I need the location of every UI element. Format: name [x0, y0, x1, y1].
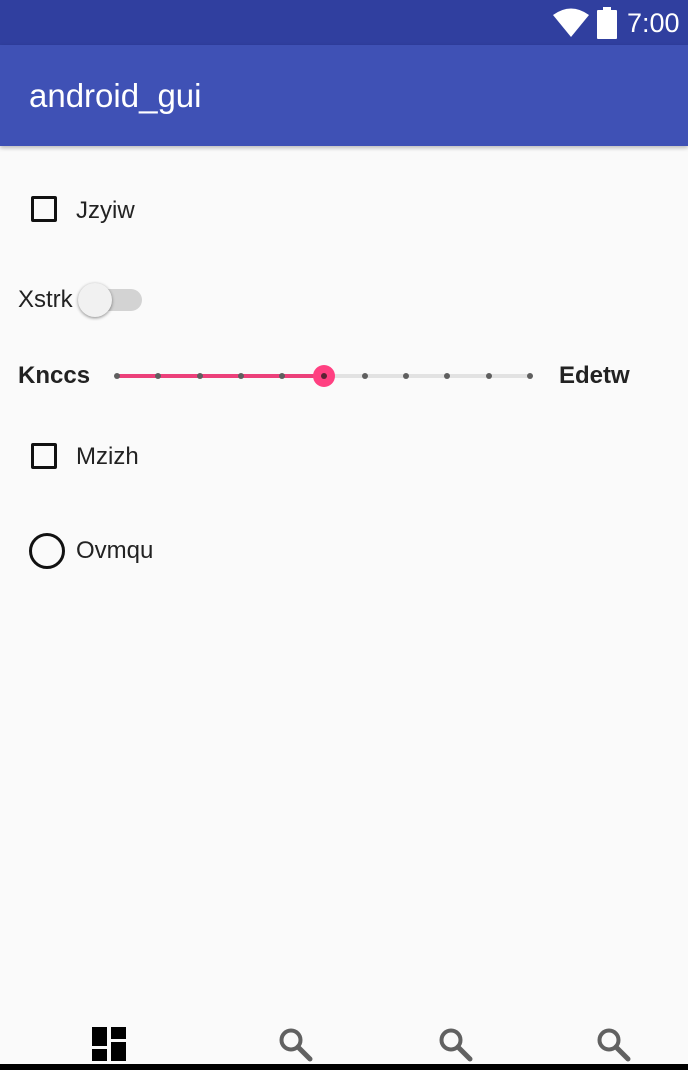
nav-item-dashboard[interactable]: [22, 1014, 194, 1064]
radio-circle[interactable]: [29, 533, 65, 569]
status-time: 7:00: [627, 8, 680, 38]
slider-tick: [527, 373, 533, 379]
wifi-icon: [553, 8, 589, 37]
search-icon: [597, 1028, 631, 1062]
slider-tick: [444, 373, 451, 379]
slider-tick: [196, 373, 203, 379]
bottom-edge: [0, 1064, 688, 1070]
slider-tick: [237, 373, 244, 379]
nav-item-search-1[interactable]: [194, 1014, 366, 1064]
app-bar: android_gui: [0, 45, 688, 146]
slider-tick: [361, 373, 368, 379]
search-icon: [279, 1028, 313, 1062]
nav-item-search-2[interactable]: [354, 1014, 526, 1064]
slider-tick: [155, 373, 162, 379]
radio-label: Ovmqu: [76, 537, 154, 564]
switch-label: Xstrk: [18, 286, 73, 313]
bottom-navigation: [0, 1014, 688, 1070]
discrete-slider[interactable]: [114, 360, 533, 392]
switch-thumb[interactable]: [78, 283, 112, 317]
slider-tick: [403, 373, 410, 379]
checkbox-label: Mzizh: [76, 443, 139, 470]
slider-fill: [117, 374, 324, 378]
battery-icon: [597, 7, 617, 39]
dashboard-icon: [92, 1027, 126, 1061]
checkbox-box[interactable]: [31, 443, 57, 469]
slider-tick: [279, 373, 286, 379]
slider-end-label: Edetw: [559, 362, 630, 389]
slider-thumb-dot: [320, 373, 327, 379]
status-bar: 7:00: [0, 0, 688, 45]
slider-tick: [114, 373, 120, 379]
slider-tick: [485, 373, 492, 379]
slider-thumb[interactable]: [312, 365, 335, 387]
app-title: android_gui: [29, 77, 202, 114]
nav-item-search-3[interactable]: [512, 1014, 684, 1064]
search-icon: [439, 1028, 473, 1062]
slider-start-label: Knccs: [18, 362, 91, 389]
checkbox-box[interactable]: [31, 196, 57, 222]
checkbox-label: Jzyiw: [76, 197, 135, 224]
